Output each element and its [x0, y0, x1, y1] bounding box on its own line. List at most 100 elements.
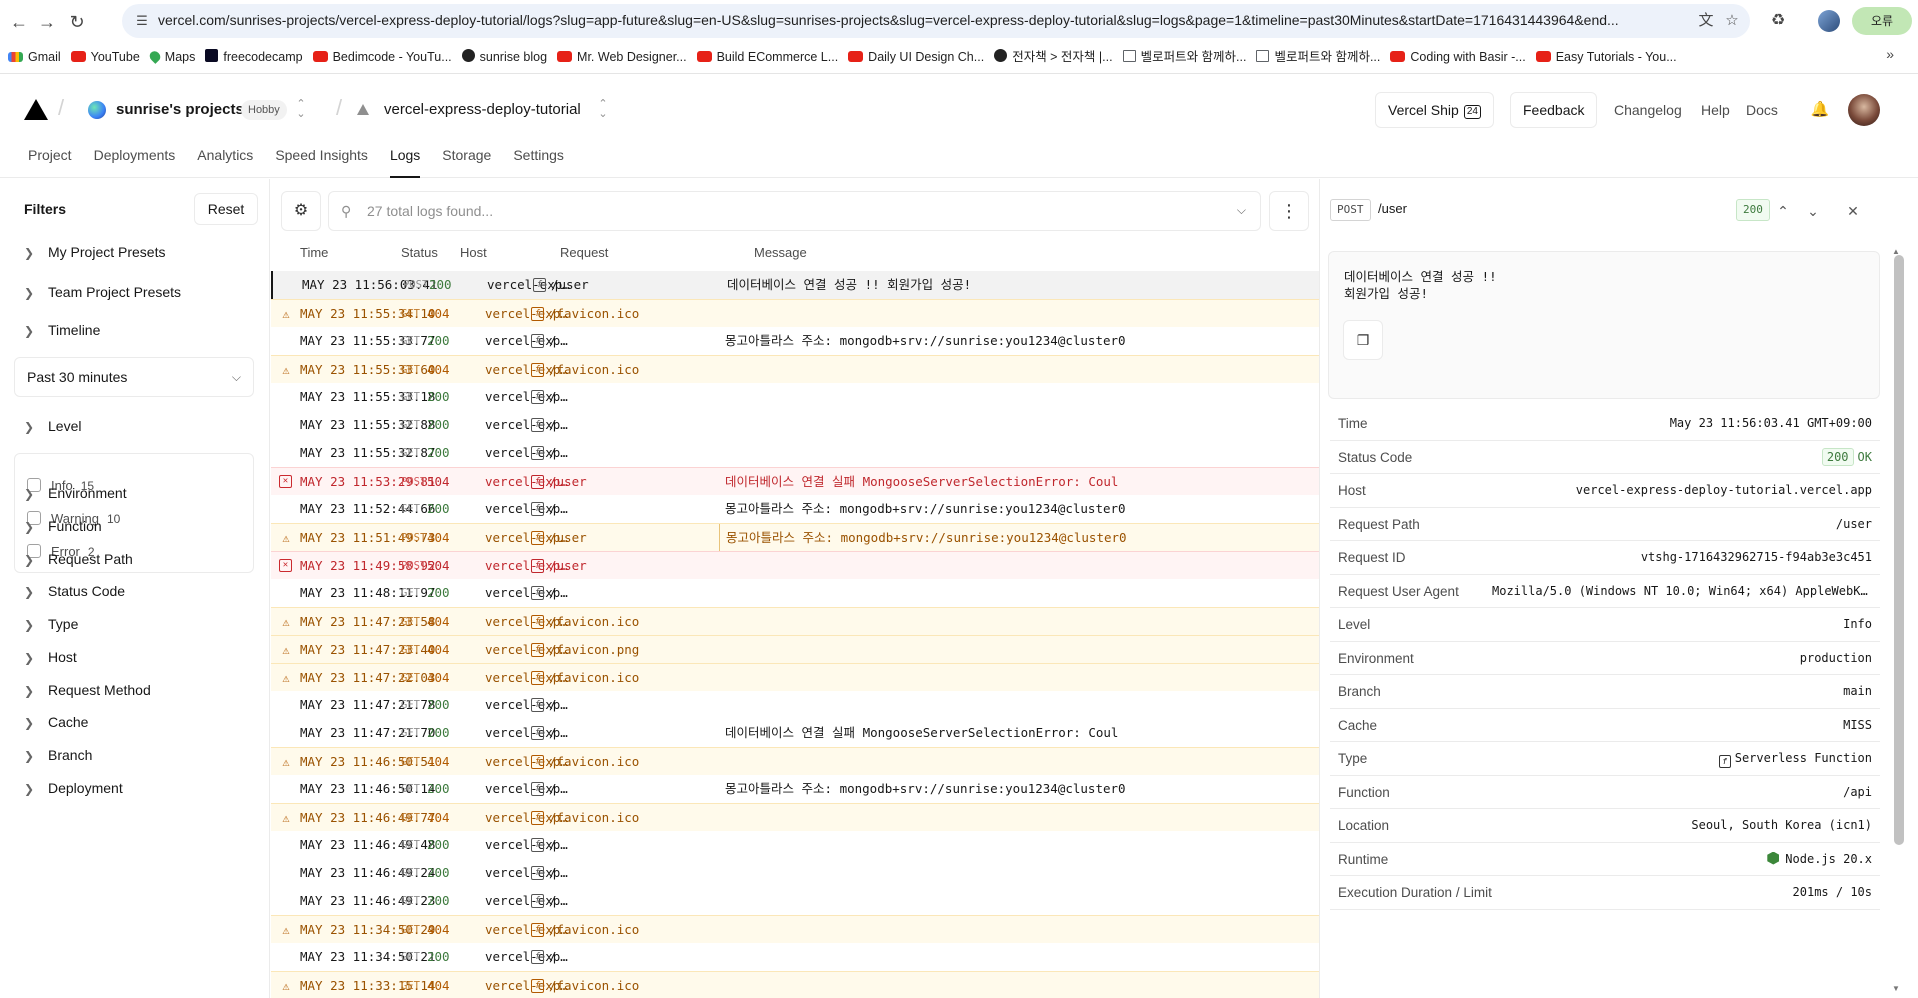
url-text[interactable]: vercel.com/sunrises-projects/vercel-expr… — [158, 12, 1628, 28]
table-row[interactable]: MAY 23 11:47:21.70GET200vercel-express-d… — [271, 719, 1319, 747]
table-row[interactable]: MAY 23 11:46:50.14GET200vercel-express-d… — [271, 775, 1319, 803]
bookmark-item[interactable]: 전자책 > 전자책 |... — [994, 46, 1113, 68]
scroll-down-arrow-icon[interactable]: ▼ — [1892, 984, 1900, 993]
filter-group-deployment[interactable]: ❯ Deployment — [24, 776, 254, 800]
filter-group-environment[interactable]: ❯ Environment — [24, 481, 254, 505]
project-name[interactable]: vercel-express-deploy-tutorial — [384, 101, 581, 118]
table-row[interactable]: MAY 23 11:52:44.66GET200vercel-express-d… — [271, 495, 1319, 523]
filter-toggle-icon[interactable]: ⚙ — [281, 191, 321, 231]
vercel-logo-icon[interactable] — [24, 99, 48, 120]
bookmark-item[interactable]: YouTube — [70, 46, 140, 68]
bookmark-item[interactable]: freecodecamp — [205, 46, 303, 68]
table-row[interactable]: MAY 23 11:56:03.41POST200vercel-express-… — [271, 271, 1319, 299]
tab-storage[interactable]: Storage — [442, 146, 491, 178]
table-row[interactable]: ⚠MAY 23 11:47:23.58GET404vercel-express-… — [271, 607, 1319, 635]
copy-icon[interactable]: ❐ — [1343, 320, 1383, 360]
help-link[interactable]: Help — [1701, 102, 1730, 118]
address-bar[interactable]: ☰ vercel.com/sunrises-projects/vercel-ex… — [122, 4, 1750, 38]
search-input[interactable] — [367, 201, 1187, 221]
table-row[interactable]: ⚠MAY 23 11:46:50.51GET404vercel-express-… — [271, 747, 1319, 775]
tab-deployments[interactable]: Deployments — [94, 146, 176, 178]
more-bookmarks-icon[interactable]: » — [1886, 46, 1894, 62]
team-name[interactable]: sunrise's projects — [116, 101, 244, 118]
vercel-ship-button[interactable]: Vercel Ship 24 — [1375, 92, 1494, 128]
bookmark-item[interactable]: Mr. Web Designer... — [557, 46, 687, 68]
changelog-link[interactable]: Changelog — [1614, 102, 1682, 118]
filter-group-cache[interactable]: ❯ Cache — [24, 710, 254, 734]
table-row[interactable]: MAY 23 11:48:11.97GET200vercel-express-d… — [271, 579, 1319, 607]
table-row[interactable]: ⚠MAY 23 11:55:33.60GET404vercel-express-… — [271, 355, 1319, 383]
filter-group-my-project-presets[interactable]: ❯ My Project Presets — [24, 240, 254, 264]
feedback-button[interactable]: Feedback — [1510, 92, 1598, 128]
chevron-up-icon[interactable]: ⌃ — [1771, 199, 1795, 223]
table-row[interactable]: ⚠MAY 23 11:33:15.14GET404vercel-express-… — [271, 971, 1319, 998]
table-row[interactable]: MAY 23 11:55:33.77GET200vercel-express-d… — [271, 327, 1319, 355]
profile-avatar[interactable] — [1818, 10, 1840, 32]
bookmark-item[interactable]: 벨로퍼트와 함께하... — [1256, 46, 1380, 68]
tab-speed-insights[interactable]: Speed Insights — [275, 146, 368, 178]
table-row[interactable]: ⚠MAY 23 11:47:22.03GET404vercel-express-… — [271, 663, 1319, 691]
filter-group-label: Level — [48, 418, 82, 434]
table-row[interactable]: ⚠MAY 23 11:34:50.29GET404vercel-express-… — [271, 915, 1319, 943]
table-row[interactable]: ⚠MAY 23 11:46:49.77GET404vercel-express-… — [271, 803, 1319, 831]
table-row[interactable]: MAY 23 11:47:21.78GET200vercel-express-d… — [271, 691, 1319, 719]
bookmark-item[interactable]: Daily UI Design Ch... — [848, 46, 984, 68]
chevron-down-icon[interactable]: ⌄ — [1801, 199, 1825, 223]
more-options-icon[interactable]: ⋮ — [1269, 191, 1309, 231]
filter-group-status-code[interactable]: ❯ Status Code — [24, 579, 254, 603]
table-row[interactable]: ⚠MAY 23 11:47:23.40GET404vercel-express-… — [271, 635, 1319, 663]
filter-group-team-project-presets[interactable]: ❯ Team Project Presets — [24, 280, 254, 304]
bookmark-star-icon[interactable]: ☆ — [1722, 11, 1742, 31]
filter-group-branch[interactable]: ❯ Branch — [24, 743, 254, 767]
filter-group-level[interactable]: ❯ Level — [24, 414, 254, 438]
table-row[interactable]: MAY 23 11:55:32.87GET200vercel-express-d… — [271, 439, 1319, 467]
detail-scrollbar[interactable] — [1894, 255, 1904, 845]
table-row[interactable]: ⚠MAY 23 11:51:49.73POST404vercel-express… — [271, 523, 1319, 552]
reload-icon[interactable]: ↻ — [64, 9, 90, 35]
close-icon[interactable]: ✕ — [1841, 199, 1865, 223]
profile-error-pill[interactable]: 오류 — [1852, 7, 1912, 35]
table-row[interactable]: ✕MAY 23 11:53:29.81POST504vercel-express… — [271, 467, 1319, 495]
bookmark-item[interactable]: Maps — [147, 46, 195, 68]
site-info-icon[interactable]: ☰ — [134, 13, 150, 29]
bookmark-item[interactable]: sunrise blog — [461, 46, 547, 68]
filter-group-function[interactable]: ❯ Function — [24, 514, 254, 538]
user-avatar[interactable] — [1848, 94, 1880, 126]
tab-logs[interactable]: Logs — [389, 146, 421, 178]
logs-search[interactable]: ⚲ ⌵ — [328, 191, 1261, 231]
bookmark-item[interactable]: Build ECommerce L... — [696, 46, 838, 68]
reset-filters-button[interactable]: Reset — [194, 193, 258, 225]
project-switcher-icon[interactable]: ⌃ ⌄ — [597, 99, 609, 120]
bookmark-item[interactable]: Easy Tutorials - You... — [1535, 46, 1677, 68]
timeline-select[interactable]: Past 30 minutes ⌵ — [14, 357, 254, 397]
back-icon[interactable]: ← — [6, 9, 32, 35]
docs-link[interactable]: Docs — [1746, 102, 1778, 118]
extensions-icon[interactable]: ♻ — [1766, 8, 1790, 34]
table-row[interactable]: MAY 23 11:46:49.24GET200vercel-express-d… — [271, 859, 1319, 887]
forward-icon[interactable]: → — [34, 9, 60, 35]
notifications-bell-icon[interactable]: 🔔 — [1808, 98, 1832, 122]
tab-project[interactable]: Project — [28, 146, 72, 178]
chevron-down-icon[interactable]: ⌵ — [1237, 203, 1246, 218]
bookmark-item[interactable]: 벨로퍼트와 함께하... — [1122, 46, 1246, 68]
translate-icon[interactable]: 文 — [1696, 11, 1716, 31]
filter-group-timeline[interactable]: ❯ Timeline — [24, 318, 254, 342]
tab-analytics[interactable]: Analytics — [197, 146, 253, 178]
table-row[interactable]: MAY 23 11:34:50.21GET200vercel-express-d… — [271, 943, 1319, 971]
filter-group-request-path[interactable]: ❯ Request Path — [24, 547, 254, 571]
bookmark-item[interactable]: Coding with Basir -... — [1390, 46, 1526, 68]
table-row[interactable]: ⚠MAY 23 11:55:34.10GET404vercel-express-… — [271, 299, 1319, 327]
table-row[interactable]: MAY 23 11:46:49.48GET200vercel-express-d… — [271, 831, 1319, 859]
filter-group-type[interactable]: ❯ Type — [24, 612, 254, 636]
table-row[interactable]: MAY 23 11:55:32.88GET200vercel-express-d… — [271, 411, 1319, 439]
bookmark-item[interactable]: Gmail — [8, 46, 61, 68]
table-row[interactable]: MAY 23 11:46:49.23GET200vercel-express-d… — [271, 887, 1319, 915]
filter-group-host[interactable]: ❯ Host — [24, 645, 254, 669]
filter-group-request-method[interactable]: ❯ Request Method — [24, 678, 254, 702]
tab-settings[interactable]: Settings — [513, 146, 564, 178]
team-switcher-icon[interactable]: ⌃ ⌄ — [295, 99, 307, 120]
scroll-up-arrow-icon[interactable]: ▲ — [1892, 247, 1900, 256]
table-row[interactable]: MAY 23 11:55:33.18GET200vercel-express-d… — [271, 383, 1319, 411]
bookmark-item[interactable]: Bedimcode - YouTu... — [312, 46, 452, 68]
table-row[interactable]: ✕MAY 23 11:49:58.92POST504vercel-express… — [271, 551, 1319, 579]
